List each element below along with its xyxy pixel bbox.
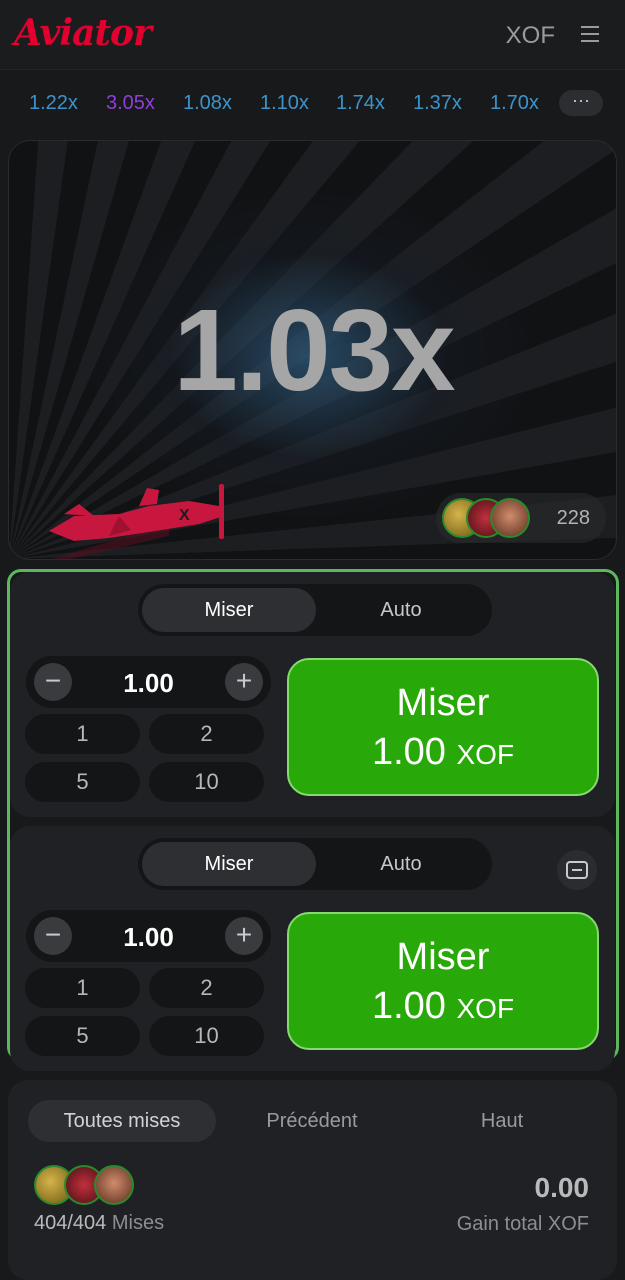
bet-panel-2: Miser Auto − 1.00 + 1 2 5 10 Miser 1.00 … <box>10 826 615 1071</box>
tab-previous[interactable]: Précédent <box>218 1100 406 1142</box>
place-bet-button[interactable]: Miser 1.00 XOF <box>287 658 599 796</box>
player-avatar <box>490 498 530 538</box>
bets-label: Mises <box>111 1212 165 1234</box>
bet-button-amount-line: 1.00 XOF <box>289 985 597 1028</box>
increase-amount-button[interactable]: + <box>225 663 263 701</box>
place-bet-button[interactable]: Miser 1.00 XOF <box>287 912 599 1050</box>
bet-button-currency: XOF <box>456 993 515 1024</box>
bets-count: 404/404 <box>34 1212 107 1234</box>
tab-miser[interactable]: Miser <box>142 842 316 886</box>
aviator-logo[interactable]: Aviator <box>14 12 152 54</box>
more-history-button[interactable]: ··· <box>559 90 603 116</box>
amount-stepper: − 1.00 + <box>26 656 271 708</box>
decrease-amount-button[interactable]: − <box>34 917 72 955</box>
bet-button-title: Miser <box>396 682 490 724</box>
history-multiplier: 1.08x <box>183 92 232 114</box>
players-count: 228 <box>556 507 590 529</box>
currency-label: XOF <box>505 22 555 49</box>
tab-auto[interactable]: Auto <box>314 842 488 886</box>
bet-amount-input[interactable]: 1.00 <box>86 668 211 699</box>
tab-all-bets[interactable]: Toutes mises <box>28 1100 216 1142</box>
total-win-label: Gain total XOF <box>456 1213 589 1235</box>
game-canvas: X 1.03x 228 <box>8 140 617 560</box>
hamburger-menu-icon[interactable] <box>581 26 599 42</box>
quick-amount-button[interactable]: 5 <box>25 762 140 802</box>
multiplier-history-bar: 1.22x 3.05x 1.08x 1.10x 1.74x 1.37x 1.70… <box>0 70 625 136</box>
bet-panel-1: Miser Auto − 1.00 + 1 2 5 10 Miser 1.00 … <box>10 572 615 817</box>
bets-list-section: Toutes mises Précédent Haut 404/404 Mise… <box>8 1080 617 1280</box>
tab-auto[interactable]: Auto <box>314 588 488 632</box>
amount-stepper: − 1.00 + <box>26 910 271 962</box>
bet-amount-input[interactable]: 1.00 <box>86 922 211 953</box>
aviator-game-page: Aviator XOF 1.22x 3.05x 1.08x 1.10x 1.74… <box>0 0 625 1280</box>
quick-amount-button[interactable]: 5 <box>25 1016 140 1056</box>
top-header: Aviator XOF <box>0 0 625 70</box>
bets-count-row: 404/404 Mises <box>34 1212 164 1235</box>
bet-button-currency: XOF <box>456 739 515 770</box>
quick-amount-button[interactable]: 2 <box>149 714 264 754</box>
bet-button-amount-line: 1.00 XOF <box>289 731 597 774</box>
current-multiplier: 1.03x <box>173 285 455 415</box>
decrease-amount-button[interactable]: − <box>34 663 72 701</box>
active-players-widget: 228 <box>436 493 606 543</box>
quick-amount-button[interactable]: 10 <box>149 1016 264 1056</box>
bet-button-amount: 1.00 <box>371 731 446 773</box>
quick-amount-button[interactable]: 1 <box>25 714 140 754</box>
bet-button-title: Miser <box>396 936 490 978</box>
increase-amount-button[interactable]: + <box>225 917 263 955</box>
total-win-value: 0.00 <box>534 1172 590 1203</box>
svg-text:X: X <box>179 507 190 524</box>
history-multiplier: 1.70x <box>490 92 539 114</box>
history-multiplier: 1.22x <box>29 92 78 114</box>
history-multiplier: 1.74x <box>336 92 385 114</box>
airplane-icon: X <box>49 484 224 559</box>
tab-miser[interactable]: Miser <box>142 588 316 632</box>
quick-amount-button[interactable]: 2 <box>149 968 264 1008</box>
quick-amount-button[interactable]: 1 <box>25 968 140 1008</box>
player-avatar <box>94 1165 134 1205</box>
history-multiplier: 3.05x <box>106 92 155 114</box>
quick-amount-button[interactable]: 10 <box>149 762 264 802</box>
history-multiplier: 1.10x <box>260 92 309 114</box>
bet-button-amount: 1.00 <box>371 985 446 1027</box>
tab-top[interactable]: Haut <box>408 1100 596 1142</box>
bet-mode-toggle: Miser Auto <box>138 584 492 636</box>
remove-bet-panel-icon[interactable] <box>557 850 597 890</box>
bet-mode-toggle: Miser Auto <box>138 838 492 890</box>
history-multiplier: 1.37x <box>413 92 462 114</box>
